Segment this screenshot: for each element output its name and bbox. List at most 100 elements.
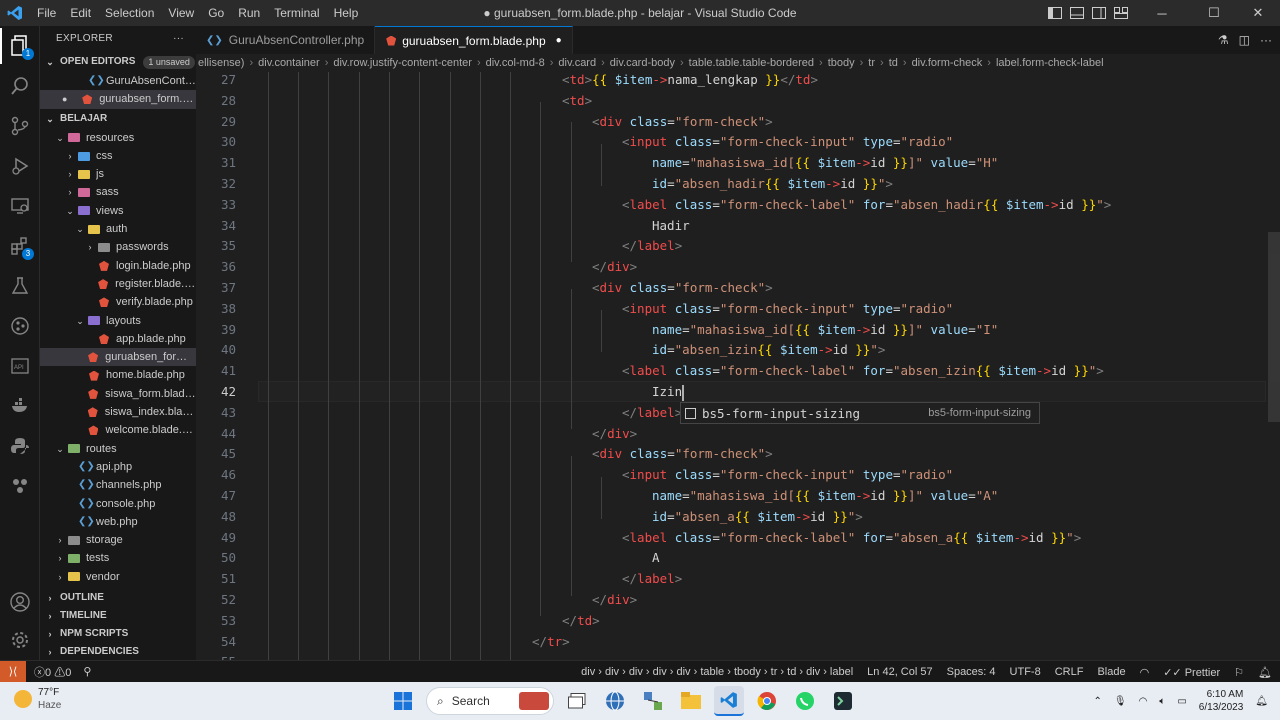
vscode-logo-icon[interactable] (0, 5, 30, 21)
tree-folder[interactable]: ⌄ layouts (40, 312, 196, 330)
tree-folder[interactable]: ⌄ views (40, 202, 196, 220)
prettier-status[interactable]: ✓✓ Prettier (1163, 666, 1220, 679)
breadcrumb-item[interactable]: tr (866, 57, 877, 69)
customize-layout-icon[interactable] (1110, 0, 1132, 26)
ports-icon[interactable]: ⚲ (83, 665, 91, 678)
accounts-icon[interactable] (0, 584, 40, 620)
run-debug-icon[interactable] (0, 148, 40, 184)
toggle-secondary-sidebar-icon[interactable] (1088, 0, 1110, 26)
vscode-taskbar-icon[interactable] (714, 686, 744, 716)
more-actions-icon[interactable]: ··· (173, 26, 184, 52)
remote-explorer-icon[interactable] (0, 188, 40, 224)
notifications-bell-icon[interactable]: 🔔︎ (1258, 666, 1272, 679)
line-ending[interactable]: CRLF (1055, 666, 1084, 678)
dependencies-section[interactable]: › DEPENDENCIES (40, 642, 196, 660)
timeline-section[interactable]: › TIMELINE (40, 606, 196, 626)
split-editor-icon[interactable]: ◫ (1239, 33, 1250, 47)
dirty-dot-icon[interactable]: ● (556, 35, 562, 46)
remote-indicator-icon[interactable]: ⟩⟨ (0, 660, 26, 683)
taskbar-search[interactable]: ⌕ Search (426, 687, 554, 715)
breadcrumb-item[interactable]: div.container (256, 57, 322, 69)
tree-folder[interactable]: › storage (40, 531, 196, 549)
search-icon[interactable] (0, 68, 40, 104)
menu-go[interactable]: Go (201, 0, 231, 26)
weather-widget[interactable]: 77°F Haze (14, 686, 61, 712)
tree-file[interactable]: guruabsen_form.b... (40, 348, 196, 367)
python-icon[interactable] (0, 428, 40, 464)
tree-file[interactable]: welcome.blade.php (40, 421, 196, 439)
terminal-app-icon[interactable] (828, 686, 858, 716)
tree-file[interactable]: home.blade.php (40, 366, 196, 384)
explorer-icon[interactable]: 1 (0, 28, 40, 64)
breadcrumb-item[interactable]: div.card-body (608, 57, 677, 69)
open-editors-section[interactable]: ⌄ OPEN EDITORS 1 unsaved (40, 52, 196, 72)
tree-file[interactable]: register.blade.php (40, 275, 196, 293)
browser-globe-icon[interactable] (600, 686, 630, 716)
breadcrumb-item[interactable]: label.form-check-label (994, 57, 1106, 69)
menu-selection[interactable]: Selection (98, 0, 161, 26)
git-graph-icon[interactable] (0, 308, 40, 344)
extensions-icon[interactable]: 3 (0, 228, 40, 264)
menu-file[interactable]: File (30, 0, 63, 26)
feedback-icon[interactable]: ⚐ (1234, 666, 1244, 679)
tree-file[interactable]: verify.blade.php (40, 293, 196, 311)
toggle-panel-icon[interactable] (1066, 0, 1088, 26)
chevron-up-icon[interactable]: ⌃ (1094, 696, 1102, 707)
outline-section[interactable]: › OUTLINE (40, 588, 196, 608)
tree-file[interactable]: ❮❯ web.php (40, 513, 196, 531)
breadcrumb-item[interactable]: div.row.justify-content-center (331, 57, 474, 69)
menu-edit[interactable]: Edit (63, 0, 98, 26)
menu-help[interactable]: Help (327, 0, 366, 26)
tab-controller[interactable]: ❮❯ GuruAbsenController.php (196, 26, 376, 54)
tree-folder[interactable]: › passwords (40, 238, 196, 256)
menu-terminal[interactable]: Terminal (267, 0, 326, 26)
autocomplete-suggestion[interactable]: bs5-form-input-sizing bs5-form-input-siz… (680, 402, 1040, 424)
notification-center-icon[interactable]: 🔔︎ (1255, 696, 1268, 707)
menu-view[interactable]: View (161, 0, 201, 26)
language-mode[interactable]: Blade (1097, 666, 1125, 678)
vertical-scrollbar[interactable] (1268, 232, 1280, 422)
tree-folder[interactable]: › vendor (40, 568, 196, 586)
breadcrumb-item[interactable]: div.form-check (910, 57, 985, 69)
task-view-icon[interactable] (562, 686, 592, 716)
windows-start-icon[interactable] (388, 686, 418, 716)
docker-icon[interactable] (0, 388, 40, 424)
menu-run[interactable]: Run (231, 0, 267, 26)
tab-blade-form[interactable]: guruabsen_form.blade.php ● (375, 26, 573, 54)
tree-folder[interactable]: ⌄ auth (40, 220, 196, 238)
tree-file[interactable]: ❮❯ api.php (40, 458, 196, 476)
tree-folder[interactable]: ⌄ resources (40, 129, 196, 147)
chrome-icon[interactable] (752, 686, 782, 716)
tree-folder[interactable]: ⌄ routes (40, 440, 196, 458)
errors-indicator[interactable]: ⓧ0 ⚠0 (34, 664, 71, 680)
status-path[interactable]: div › div › div › div › div › table › tb… (581, 666, 853, 678)
encoding[interactable]: UTF-8 (1010, 666, 1041, 678)
tree-folder[interactable]: › sass (40, 183, 196, 201)
battery-icon[interactable]: ▭ (1177, 696, 1186, 707)
tree-file[interactable]: ❮❯ console.php (40, 495, 196, 513)
code-area[interactable]: <td>{{ $item->nama_lengkap }}</td> <td> … (258, 72, 1266, 660)
project-section[interactable]: ⌄ BELAJAR (40, 109, 196, 129)
manage-gear-icon[interactable] (0, 622, 40, 658)
tree-folder[interactable]: › css (40, 147, 196, 165)
maximize-icon[interactable]: ☐ (1192, 0, 1236, 26)
more-actions-icon[interactable]: ··· (1260, 33, 1272, 47)
sparkle-tools-icon[interactable] (0, 468, 40, 504)
open-editor-item-active[interactable]: ● guruabsen_form.bl... (40, 90, 196, 109)
minimize-icon[interactable]: ─ (1132, 0, 1192, 26)
breadcrumb-item[interactable]: ellisense) (196, 57, 246, 69)
tree-file[interactable]: siswa_form.blade.... (40, 385, 196, 403)
breadcrumb-item[interactable]: div.card (556, 57, 598, 69)
breadcrumb-item[interactable]: table.table.table-bordered (687, 57, 816, 69)
whatsapp-icon[interactable] (790, 686, 820, 716)
network-tool-icon[interactable] (638, 686, 668, 716)
flask-icon[interactable]: ⚗ (1218, 33, 1229, 47)
code-editor[interactable]: 27 28 29 30 31 32 33 34 35 36 37 38 39 40 41 42 43 44 45 46… (196, 72, 1280, 660)
clock[interactable]: 6:10 AM 6/13/2023 (1199, 688, 1244, 714)
tree-file[interactable]: ❮❯ channels.php (40, 476, 196, 494)
tree-file[interactable]: login.blade.php (40, 257, 196, 275)
npm-scripts-section[interactable]: › NPM SCRIPTS (40, 624, 196, 644)
breadcrumb-item[interactable]: tbody (826, 57, 857, 69)
cursor-position[interactable]: Ln 42, Col 57 (867, 666, 932, 678)
tree-folder[interactable]: › tests (40, 549, 196, 567)
